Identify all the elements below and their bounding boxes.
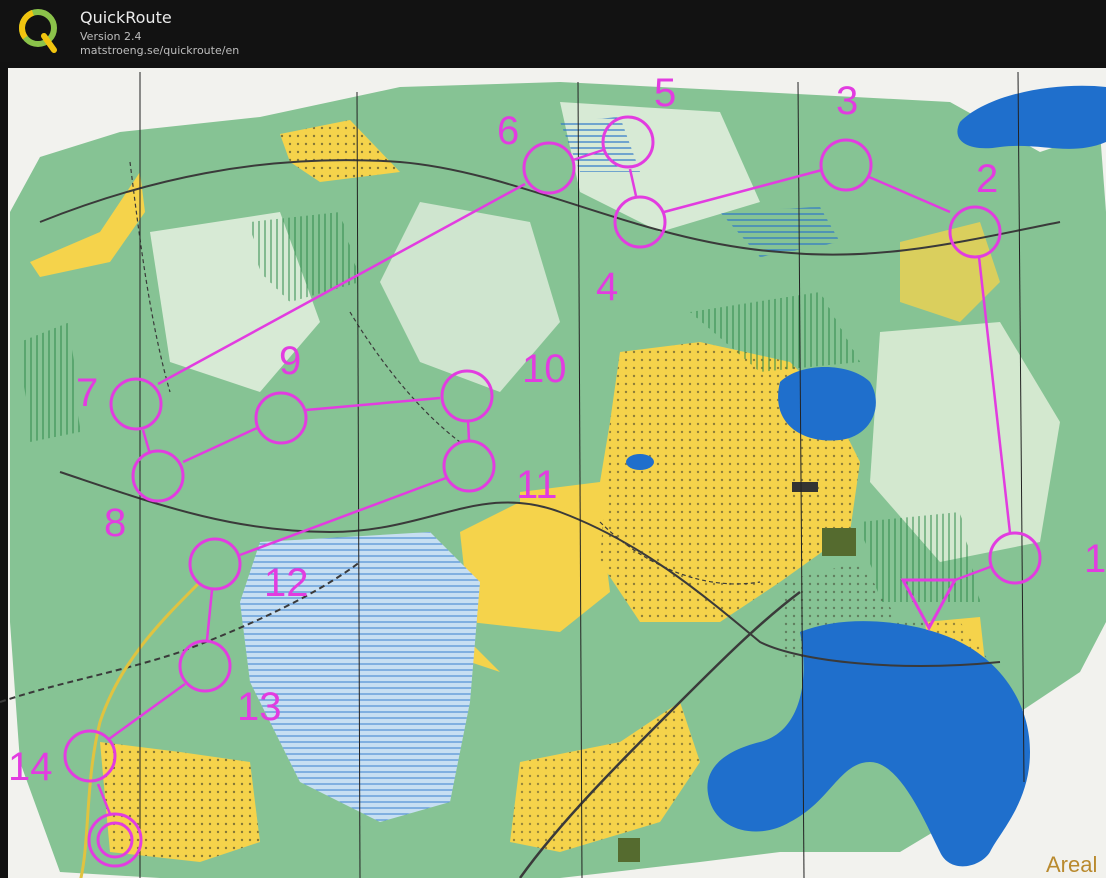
app-version: Version 2.4 [80, 30, 142, 43]
undergrowth-stripes [20, 322, 80, 442]
pond [626, 454, 654, 470]
undergrowth-stripes [860, 512, 980, 602]
control-number-14: 14 [8, 745, 53, 789]
map-border-left [0, 62, 8, 878]
map-view[interactable]: 1 2 3 4 5 6 7 8 9 10 11 12 13 14 Areal [0, 62, 1106, 878]
building [792, 482, 818, 492]
quickroute-logo-icon [19, 9, 57, 53]
control-number-10: 10 [522, 347, 567, 391]
course-leg [466, 419, 471, 441]
control-number-7: 7 [76, 371, 98, 415]
map-border-top [0, 62, 1106, 68]
control-number-1: 1 [1084, 537, 1106, 581]
title-bar: QuickRoute Version 2.4 matstroeng.se/qui… [0, 0, 1106, 62]
control-number-2: 2 [976, 157, 998, 201]
control-number-13: 13 [237, 685, 282, 729]
app-title: QuickRoute [80, 8, 172, 27]
control-number-3: 3 [836, 79, 858, 123]
control-number-12: 12 [264, 561, 309, 605]
app-url-link[interactable]: matstroeng.se/quickroute/en [80, 44, 239, 57]
building [822, 528, 856, 556]
control-number-4: 4 [596, 265, 618, 309]
quickroute-window: QuickRoute Version 2.4 matstroeng.se/qui… [0, 0, 1106, 878]
orienteering-map[interactable]: 1 2 3 4 5 6 7 8 9 10 11 12 13 14 Areal [0, 62, 1106, 878]
control-number-5: 5 [654, 71, 676, 115]
building [618, 838, 640, 862]
control-number-11: 11 [516, 463, 558, 507]
control-number-9: 9 [279, 339, 301, 383]
map-corner-text: Areal [1046, 852, 1097, 877]
control-number-8: 8 [104, 501, 126, 545]
control-number-6: 6 [497, 109, 519, 153]
rough-open-dots [100, 742, 260, 862]
